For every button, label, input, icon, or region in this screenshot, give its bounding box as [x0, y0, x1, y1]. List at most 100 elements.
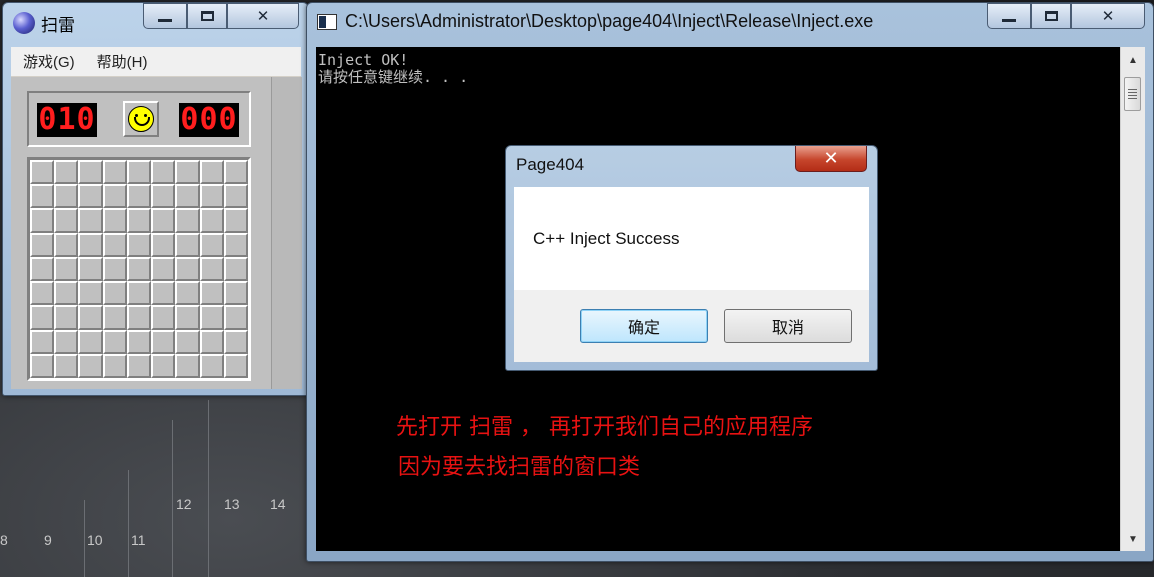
mine-cell[interactable]	[126, 160, 152, 185]
mine-cell[interactable]	[30, 281, 55, 306]
mine-cell[interactable]	[199, 329, 224, 354]
menu-game[interactable]: 游戏(G)	[23, 51, 75, 72]
console-titlebar[interactable]: C:\Users\Administrator\Desktop\page404\I…	[317, 11, 873, 32]
mine-cell[interactable]	[199, 184, 224, 209]
mine-cell[interactable]	[199, 281, 224, 306]
mine-cell[interactable]	[199, 208, 224, 233]
mine-cell[interactable]	[151, 208, 176, 233]
mine-cell[interactable]	[151, 256, 176, 282]
mine-cell[interactable]	[30, 305, 55, 330]
mine-cell[interactable]	[54, 353, 79, 378]
mine-cell[interactable]	[151, 232, 176, 257]
mine-cell[interactable]	[175, 232, 200, 257]
mine-cell[interactable]	[54, 208, 79, 233]
mine-cell[interactable]	[78, 329, 103, 354]
console-minimize-button[interactable]	[987, 3, 1031, 29]
mine-cell[interactable]	[102, 353, 127, 378]
mine-cell[interactable]	[151, 305, 176, 330]
mine-cell[interactable]	[78, 232, 103, 257]
mine-cell[interactable]	[175, 160, 200, 185]
mine-cell[interactable]	[199, 305, 224, 330]
mine-cell[interactable]	[151, 160, 176, 185]
mine-cell[interactable]	[199, 160, 224, 185]
mine-cell[interactable]	[102, 232, 127, 257]
minesweeper-titlebar[interactable]: 扫雷	[13, 9, 75, 37]
mine-cell[interactable]	[175, 256, 200, 282]
maximize-button[interactable]	[187, 3, 227, 29]
console-scrollbar[interactable]: ▲ ▼	[1120, 47, 1145, 551]
mine-cell[interactable]	[78, 256, 103, 282]
mine-cell[interactable]	[30, 256, 55, 282]
mine-cell[interactable]	[54, 281, 79, 306]
mine-cell[interactable]	[126, 353, 152, 378]
mine-cell[interactable]	[54, 184, 79, 209]
mine-cell[interactable]	[175, 353, 200, 378]
mine-cell[interactable]	[199, 256, 224, 282]
mine-cell[interactable]	[78, 160, 103, 185]
console-maximize-button[interactable]	[1031, 3, 1071, 29]
mine-cell[interactable]	[151, 281, 176, 306]
new-game-button[interactable]	[123, 101, 159, 137]
mine-cell[interactable]	[175, 281, 200, 306]
scroll-down-button[interactable]: ▼	[1121, 529, 1145, 549]
mine-cell[interactable]	[126, 208, 152, 233]
cancel-button[interactable]: 取消	[724, 309, 852, 343]
mine-cell[interactable]	[54, 256, 79, 282]
mine-cell[interactable]	[30, 329, 55, 354]
mine-cell[interactable]	[78, 353, 103, 378]
mine-cell[interactable]	[30, 160, 55, 185]
mine-cell[interactable]	[78, 281, 103, 306]
mine-cell[interactable]	[30, 184, 55, 209]
close-button[interactable]: ✕	[227, 3, 299, 29]
minimize-button[interactable]	[143, 3, 187, 29]
mine-cell[interactable]	[30, 208, 55, 233]
mine-cell[interactable]	[223, 353, 248, 378]
mine-cell[interactable]	[30, 232, 55, 257]
mine-cell[interactable]	[151, 353, 176, 378]
message-dialog[interactable]: Page404 ✕ C++ Inject Success 确定 取消	[505, 145, 878, 371]
mine-cell[interactable]	[54, 160, 79, 185]
mine-cell[interactable]	[102, 256, 127, 282]
menu-help[interactable]: 帮助(H)	[97, 51, 148, 72]
mine-cell[interactable]	[175, 208, 200, 233]
mine-cell[interactable]	[223, 305, 248, 330]
console-close-button[interactable]: ✕	[1071, 3, 1145, 29]
mine-cell[interactable]	[223, 329, 248, 354]
mine-cell[interactable]	[223, 160, 248, 185]
mine-cell[interactable]	[102, 281, 127, 306]
scroll-up-button[interactable]: ▲	[1121, 50, 1145, 70]
mine-cell[interactable]	[223, 232, 248, 257]
mine-cell[interactable]	[30, 353, 55, 378]
mine-cell[interactable]	[126, 305, 152, 330]
mine-cell[interactable]	[223, 184, 248, 209]
mine-cell[interactable]	[102, 184, 127, 209]
mine-cell[interactable]	[54, 305, 79, 330]
minesweeper-window[interactable]: 扫雷 ✕ 游戏(G) 帮助(H) 010 000	[2, 2, 309, 396]
mine-cell[interactable]	[54, 232, 79, 257]
mine-cell[interactable]	[78, 208, 103, 233]
mine-cell[interactable]	[199, 353, 224, 378]
mine-cell[interactable]	[151, 329, 176, 354]
mine-cell[interactable]	[126, 281, 152, 306]
mine-cell[interactable]	[199, 232, 224, 257]
mine-cell[interactable]	[102, 305, 127, 330]
mine-cell[interactable]	[151, 184, 176, 209]
mine-cell[interactable]	[54, 329, 79, 354]
mine-cell[interactable]	[102, 329, 127, 354]
mine-cell[interactable]	[78, 305, 103, 330]
mine-field[interactable]	[27, 157, 251, 381]
mine-cell[interactable]	[126, 232, 152, 257]
mine-cell[interactable]	[126, 256, 152, 282]
mine-cell[interactable]	[223, 208, 248, 233]
mine-cell[interactable]	[126, 329, 152, 354]
scroll-thumb[interactable]	[1124, 77, 1141, 111]
mine-cell[interactable]	[175, 329, 200, 354]
mine-cell[interactable]	[223, 256, 248, 282]
ok-button[interactable]: 确定	[580, 309, 708, 343]
dialog-close-button[interactable]: ✕	[795, 146, 867, 172]
mine-cell[interactable]	[175, 305, 200, 330]
mine-cell[interactable]	[175, 184, 200, 209]
mine-cell[interactable]	[78, 184, 103, 209]
mine-cell[interactable]	[223, 281, 248, 306]
mine-cell[interactable]	[102, 208, 127, 233]
